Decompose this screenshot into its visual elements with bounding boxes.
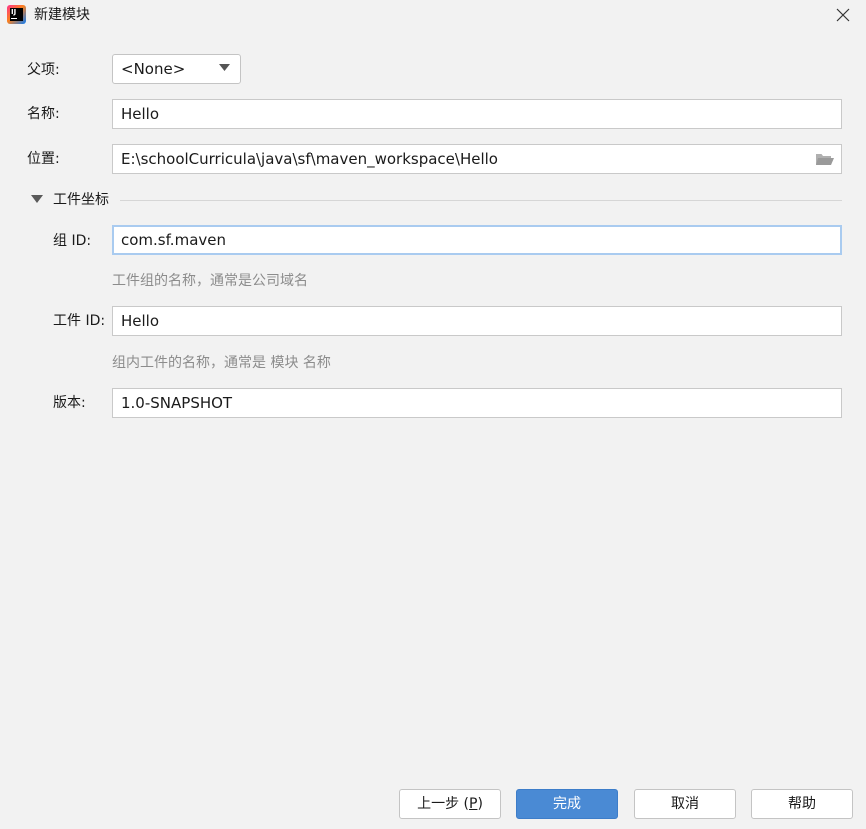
- artifact-id-label: 工件 ID:: [53, 313, 106, 329]
- intellij-idea-icon: IJ: [7, 5, 26, 24]
- group-id-hint: 工件组的名称，通常是公司域名: [112, 273, 308, 289]
- previous-button-label: 上一步 (: [417, 796, 469, 812]
- triangle-down-icon[interactable]: [31, 195, 43, 204]
- artifact-section-title[interactable]: 工件坐标: [53, 190, 109, 210]
- artifact-id-hint: 组内工件的名称，通常是 模块 名称: [112, 355, 331, 371]
- close-button[interactable]: [826, 0, 860, 30]
- close-icon: [836, 8, 850, 22]
- previous-button-suffix: ): [477, 796, 483, 812]
- name-label: 名称:: [27, 106, 60, 122]
- parent-dropdown-value: <None>: [121, 60, 186, 78]
- folder-open-icon[interactable]: [815, 151, 835, 167]
- name-field[interactable]: Hello: [112, 99, 842, 129]
- parent-dropdown[interactable]: <None>: [112, 54, 241, 84]
- artifact-id-field[interactable]: Hello: [112, 306, 842, 336]
- finish-button[interactable]: 完成: [516, 789, 618, 819]
- app-icon-text: IJ: [11, 8, 17, 16]
- location-label: 位置:: [27, 151, 60, 167]
- group-id-field[interactable]: com.sf.maven: [112, 225, 842, 255]
- version-label: 版本:: [53, 395, 86, 411]
- section-divider: [120, 200, 842, 201]
- window-title: 新建模块: [34, 7, 90, 23]
- cancel-button[interactable]: 取消: [634, 789, 736, 819]
- help-button[interactable]: 帮助: [751, 789, 853, 819]
- version-field[interactable]: 1.0-SNAPSHOT: [112, 388, 842, 418]
- parent-label: 父项:: [27, 62, 60, 78]
- chevron-down-icon: [219, 64, 230, 71]
- title-bar: IJ 新建模块: [0, 0, 866, 30]
- group-id-label: 组 ID:: [53, 233, 92, 249]
- location-field[interactable]: E:\schoolCurricula\java\sf\maven_workspa…: [112, 144, 842, 174]
- previous-button[interactable]: 上一步 (P): [399, 789, 501, 819]
